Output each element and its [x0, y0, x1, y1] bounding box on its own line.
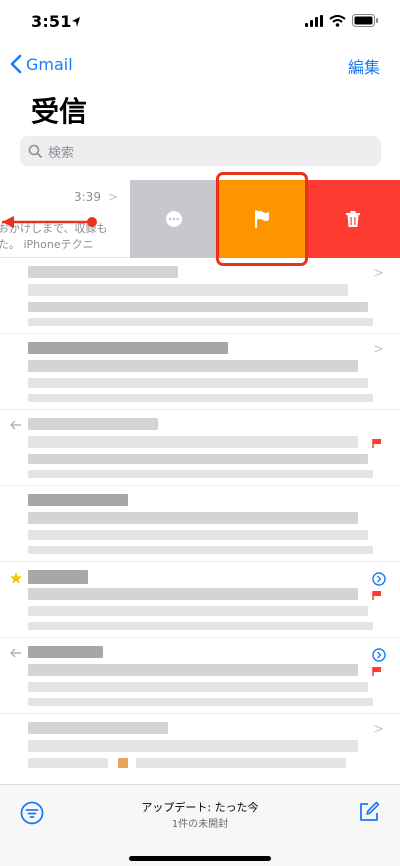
- swipe-left-arrow-icon: [2, 216, 97, 228]
- thread-icon: [372, 648, 386, 662]
- thread-icon: [372, 572, 386, 586]
- mail-time: 3:39: [74, 190, 101, 204]
- mail-row[interactable]: >: [0, 334, 400, 410]
- edit-button[interactable]: 編集: [348, 54, 380, 78]
- search-placeholder: 検索: [48, 145, 75, 161]
- chevron-right-icon: >: [373, 722, 384, 737]
- mail-row[interactable]: [0, 410, 400, 486]
- mail-row[interactable]: >: [0, 714, 400, 784]
- location-arrow-icon: [72, 17, 80, 27]
- reply-icon: [10, 648, 21, 658]
- chevron-right-icon: >: [373, 266, 384, 281]
- search-icon: [28, 144, 42, 158]
- chevron-right-icon: >: [108, 190, 119, 204]
- status-time: 3:51: [31, 12, 72, 31]
- star-icon: [10, 572, 22, 584]
- flag-icon: [372, 591, 381, 600]
- mail-row[interactable]: [0, 562, 400, 638]
- update-status: アップデート: たった今: [141, 801, 259, 814]
- bottom-toolbar: アップデート: たった今 1件の未開封: [0, 784, 400, 866]
- mail-row[interactable]: [0, 486, 400, 562]
- back-label: Gmail: [26, 54, 73, 74]
- home-indicator: [129, 856, 271, 861]
- battery-icon: [352, 14, 378, 27]
- unread-count: 1件の未開封: [171, 819, 229, 830]
- status-icons: [305, 14, 378, 27]
- page-title: 受信: [31, 95, 88, 128]
- status-bar: 3:51: [0, 0, 400, 44]
- trash-icon: [346, 211, 360, 227]
- wifi-icon: [329, 14, 346, 27]
- highlight-box: [216, 172, 308, 266]
- mail-row[interactable]: >: [0, 258, 400, 334]
- flag-icon: [372, 439, 381, 448]
- chevron-left-icon: [10, 54, 22, 74]
- compose-icon[interactable]: [358, 801, 380, 823]
- flag-icon: [372, 667, 381, 676]
- mail-preview-line2: た。 iPhoneテクニ: [0, 238, 94, 251]
- search-field[interactable]: 検索: [20, 136, 381, 166]
- trash-action-button[interactable]: [306, 180, 400, 258]
- signal-icon: [305, 14, 323, 27]
- more-action-button[interactable]: [130, 180, 218, 258]
- reply-icon: [10, 420, 21, 430]
- chevron-right-icon: >: [373, 342, 384, 357]
- back-button[interactable]: Gmail: [10, 52, 73, 76]
- mail-row[interactable]: [0, 638, 400, 714]
- ellipsis-icon: [166, 211, 182, 227]
